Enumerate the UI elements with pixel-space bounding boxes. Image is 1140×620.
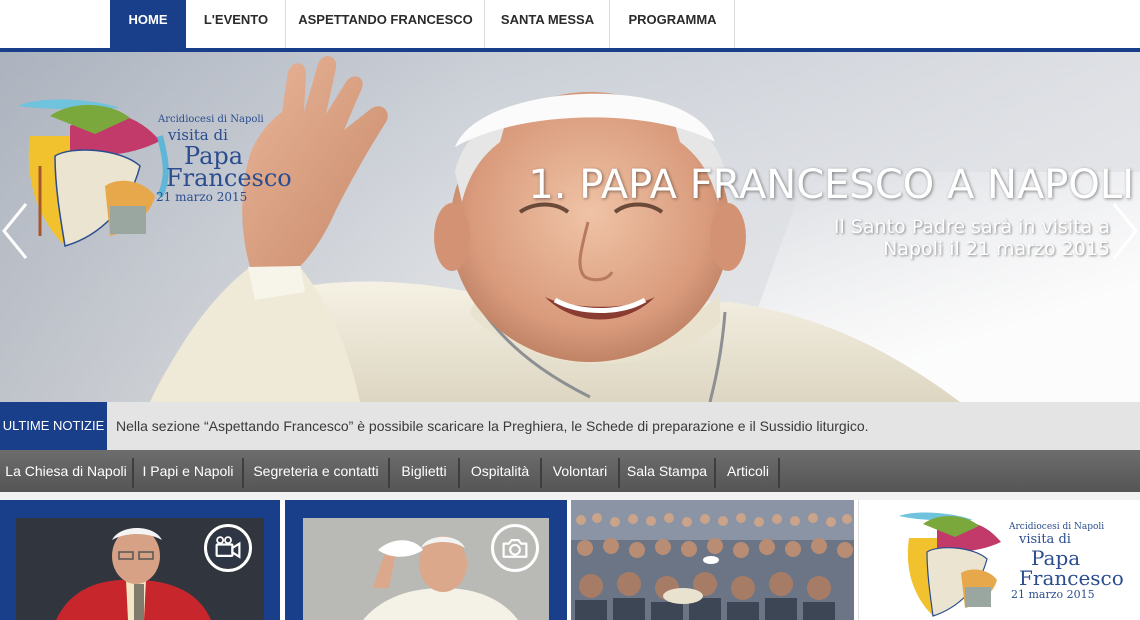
nav-programma[interactable]: PROGRAMMA xyxy=(611,0,735,48)
hero-slider[interactable]: Arcidiocesi di Napoli visita di Papa Fra… xyxy=(0,52,1140,402)
subnav-papi-e-napoli[interactable]: I Papi e Napoli xyxy=(134,450,242,492)
logo-line1: Arcidiocesi di Napoli xyxy=(158,114,264,125)
logo-small-line4: Francesco xyxy=(1019,566,1124,590)
hero-subtitle: Il Santo Padre sarà in visita a Napoli i… xyxy=(833,216,1110,260)
ticker-label: ULTIME NOTIZIE xyxy=(0,402,107,450)
tile-crowd[interactable] xyxy=(571,500,854,620)
event-logo-small xyxy=(899,512,1001,617)
nav-santa-messa[interactable]: SANTA MESSA xyxy=(486,0,610,48)
hero-title: 1. PAPA FRANCESCO A NAPOLI xyxy=(528,162,1134,208)
logo-small-line2: visita di xyxy=(1019,532,1071,547)
secondary-navigation: La Chiesa di Napoli I Papi e Napoli Segr… xyxy=(0,450,1140,492)
chevron-right-icon[interactable] xyxy=(1110,200,1140,262)
logo-small-line1: Arcidiocesi di Napoli xyxy=(1009,522,1105,532)
video-camera-icon xyxy=(204,524,252,572)
tile-video[interactable] xyxy=(0,500,280,620)
subnav-bottom-strip xyxy=(0,492,1140,500)
subnav-sala-stampa[interactable]: Sala Stampa xyxy=(620,450,714,492)
nav-aspettando-francesco[interactable]: ASPETTANDO FRANCESCO xyxy=(287,0,485,48)
tile-logo[interactable]: Arcidiocesi di Napoli visita di Papa Fra… xyxy=(858,500,1140,620)
logo-small-line5: 21 marzo 2015 xyxy=(1011,588,1095,601)
tile-photo-gallery[interactable] xyxy=(285,500,567,620)
subnav-segreteria-contatti[interactable]: Segreteria e contatti xyxy=(244,450,388,492)
subnav-volontari[interactable]: Volontari xyxy=(542,450,618,492)
subnav-articoli[interactable]: Articoli xyxy=(716,450,780,492)
logo-line4: Francesco xyxy=(166,164,292,192)
ticker-headline[interactable]: Nella sezione “Aspettando Francesco” è p… xyxy=(116,402,869,450)
subnav-separator xyxy=(778,458,780,488)
subnav-chiesa-di-napoli[interactable]: La Chiesa di Napoli xyxy=(0,450,132,492)
subnav-ospitalita[interactable]: Ospitalità xyxy=(460,450,540,492)
main-navigation: HOME L'EVENTO ASPETTANDO FRANCESCO SANTA… xyxy=(0,0,1140,48)
camera-icon xyxy=(491,524,539,572)
nav-home[interactable]: HOME xyxy=(110,0,186,48)
subnav-biglietti[interactable]: Biglietti xyxy=(390,450,458,492)
nav-evento[interactable]: L'EVENTO xyxy=(187,0,286,48)
logo-line5: 21 marzo 2015 xyxy=(156,190,248,204)
news-ticker: ULTIME NOTIZIE Nella sezione “Aspettando… xyxy=(0,402,1140,450)
chevron-left-icon[interactable] xyxy=(0,200,30,262)
crowd-photo xyxy=(571,500,854,620)
